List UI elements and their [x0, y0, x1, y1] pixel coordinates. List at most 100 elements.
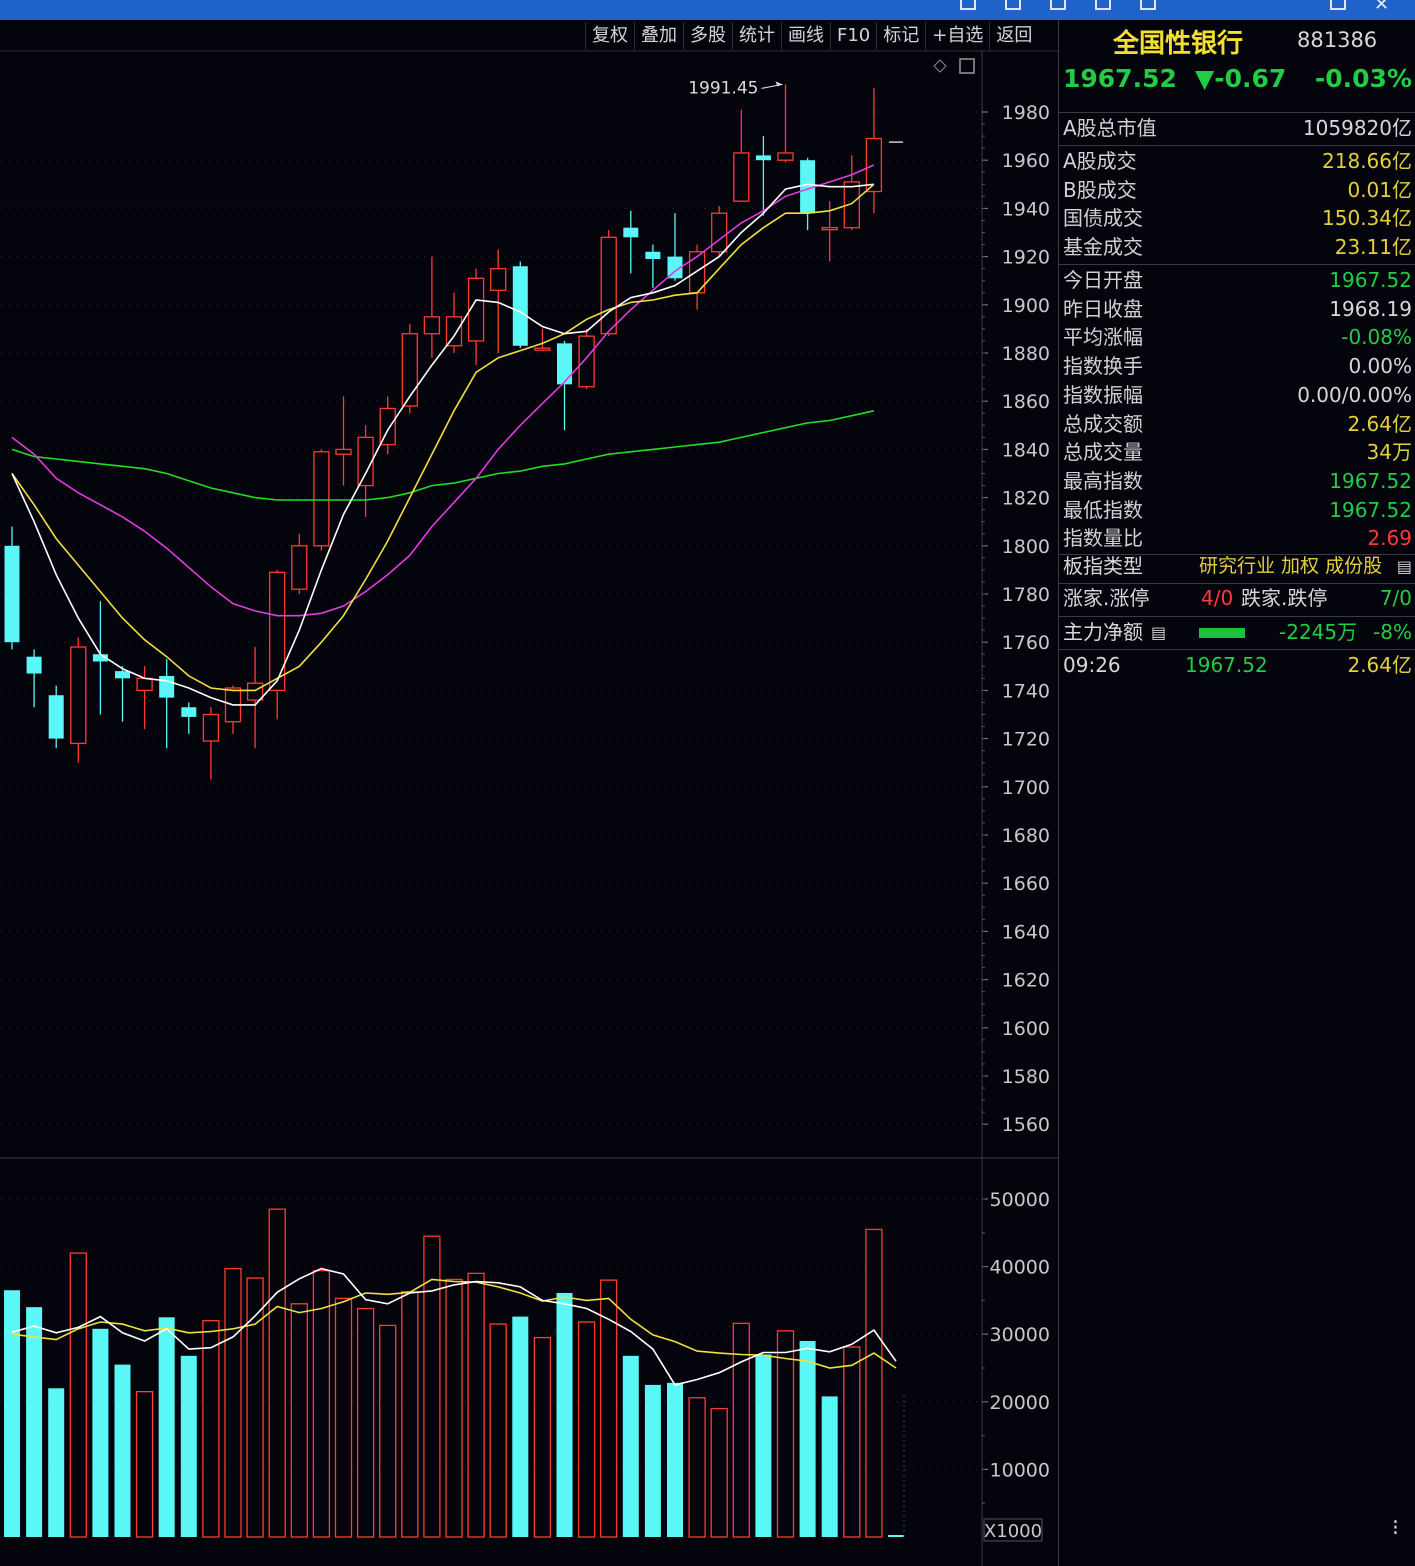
volume-bar-down — [4, 1290, 20, 1537]
candle-body-down — [512, 266, 528, 346]
panel-separator — [1059, 264, 1415, 265]
row-volume-1-label: B股成交 — [1063, 177, 1137, 202]
main-flow-value: -2245万 — [1279, 620, 1358, 644]
volume-bar-up — [688, 1397, 706, 1538]
limit-down-value: 7/0 — [1379, 586, 1412, 610]
row-stat-6-value: 34万 — [1366, 440, 1412, 465]
row-stat-8-label: 最低指数 — [1063, 497, 1143, 522]
volume-bar-down — [158, 1317, 175, 1537]
volume-bar-up — [224, 1267, 242, 1538]
main-flow-label: 主力净额 — [1063, 620, 1143, 644]
candle-body-down — [755, 155, 771, 161]
row-limits: 涨家.涨停 4/0 跌家.跌停 7/0 — [1063, 584, 1412, 613]
row-market-cap-value: 1059820亿 — [1302, 116, 1412, 140]
volume-bar-up — [268, 1208, 286, 1538]
volume-bar-down — [755, 1354, 772, 1537]
chart-area: 1980 1960 1940 1920 1900 1880 1860 1840 1820 1800… — [0, 50, 1058, 1566]
volume-bar-up — [202, 1320, 220, 1538]
candle-body-up — [202, 713, 220, 742]
candle-body-up — [711, 212, 728, 253]
row-stat-1-label: 昨日收盘 — [1063, 296, 1143, 321]
limit-up-label: 涨家.涨停 — [1063, 586, 1150, 610]
row-stat-3: 指数换手 0.00% — [1063, 352, 1412, 381]
row-volume-2-value: 150.34亿 — [1322, 206, 1412, 230]
current-price: 1967.52 — [1063, 64, 1177, 93]
price-tick-label: 1560 — [1002, 1114, 1050, 1136]
row-volume-2: 国债成交 150.34亿 — [1063, 204, 1412, 233]
diamond-icon[interactable] — [933, 59, 947, 73]
candle-body-up — [423, 316, 441, 335]
candle-body-up — [534, 347, 551, 351]
row-stat-6: 总成交量 34万 — [1063, 438, 1412, 467]
candle-body-down — [26, 656, 42, 674]
candle-body-down — [115, 671, 130, 679]
volume-bar-up — [776, 1330, 795, 1538]
titlebar-icon[interactable] — [1095, 0, 1111, 10]
row-stat-1: 昨日收盘 1968.19 — [1063, 295, 1412, 324]
row-stat-9-value: 2.69 — [1367, 526, 1412, 551]
price-tick-label: 1640 — [1002, 921, 1050, 943]
titlebar-icon[interactable] — [1140, 0, 1156, 10]
list-icon[interactable]: ▤ — [1397, 552, 1412, 581]
volume-bar-down — [26, 1307, 43, 1537]
multiplier-label: X1000 — [984, 1521, 1042, 1542]
volume-bars — [4, 1208, 905, 1538]
row-stat-0-value: 1967.52 — [1329, 268, 1412, 292]
candle-body-up — [777, 152, 794, 161]
volume-bar-up — [865, 1228, 883, 1538]
row-volume-0: A股成交 218.66亿 — [1063, 147, 1412, 176]
volume-bar-up — [379, 1324, 397, 1538]
price-tick-label: 1940 — [1002, 198, 1050, 220]
row-stat-2-label: 平均涨幅 — [1063, 325, 1143, 350]
resize-grip-icon[interactable]: ⁝ — [1392, 1516, 1399, 1541]
row-stat-5-label: 总成交额 — [1063, 411, 1143, 436]
volume-bar-down — [556, 1292, 573, 1537]
candle-body-down — [48, 695, 64, 739]
row-volume-1: B股成交 0.01亿 — [1063, 176, 1412, 205]
row-volume-1-value: 0.01亿 — [1347, 177, 1412, 202]
row-stat-4-label: 指数振幅 — [1063, 382, 1143, 407]
volume-bar-down — [92, 1328, 109, 1537]
volume-bar-down — [799, 1340, 816, 1537]
type-label: 板指类型 — [1063, 554, 1143, 578]
titlebar-icon[interactable] — [1330, 0, 1346, 10]
price-tick-label: 1600 — [1002, 1018, 1050, 1040]
price-tick-label: 1660 — [1002, 873, 1050, 895]
row-volume-3-value: 23.11亿 — [1334, 234, 1412, 259]
volume-bar-up — [135, 1391, 154, 1538]
panel-separator — [1059, 112, 1415, 113]
layout-toggle-icon[interactable] — [959, 58, 975, 74]
price-tick-label: 1840 — [1002, 439, 1050, 461]
price-tick-label: 1820 — [1002, 488, 1050, 510]
volume-bar-up — [533, 1336, 552, 1538]
price-tick-label: 1900 — [1002, 295, 1050, 317]
row-volume-2-label: 国债成交 — [1063, 206, 1143, 230]
quote-panel: 全国性银行 881386 1967.52 ▼-0.67 -0.03% A股总市值… — [1058, 20, 1415, 1566]
volume-bar-up — [312, 1270, 331, 1538]
volume-bar-up — [401, 1290, 419, 1538]
peak-label: 1991.45 — [688, 78, 758, 98]
volume-tick-label: 20000 — [990, 1392, 1050, 1414]
tick-amount: 2.64亿 — [1347, 653, 1412, 677]
row-index-type: 板指类型 研究行业 加权 成份股 ▤ — [1063, 552, 1412, 581]
candle-body-down — [159, 675, 175, 698]
candle-body-up — [246, 682, 264, 701]
price-tick-label: 1860 — [1002, 391, 1050, 413]
stock-code: 881386 — [1297, 28, 1378, 52]
close-icon[interactable]: ✕ — [1374, 0, 1389, 15]
volume-bar-up — [290, 1303, 308, 1538]
ma-white-line — [11, 183, 874, 706]
row-stat-9-label: 指数量比 — [1063, 526, 1143, 551]
row-stat-7-label: 最高指数 — [1063, 468, 1143, 493]
price-tick-label: 1720 — [1002, 729, 1050, 751]
main-flow-bar — [1199, 628, 1245, 638]
row-stat-4-value: 0.00/0.00% — [1297, 382, 1412, 407]
row-volume-0-value: 218.66亿 — [1322, 149, 1412, 173]
row-stat-2: 平均涨幅 -0.08% — [1063, 323, 1412, 352]
main-flow-detail-icon[interactable]: ▤ — [1151, 618, 1166, 647]
row-volume-0-label: A股成交 — [1063, 149, 1137, 173]
row-volume-3: 基金成交 23.11亿 — [1063, 233, 1412, 262]
row-stat-8-value: 1967.52 — [1329, 497, 1412, 522]
candle-body-up — [269, 571, 286, 692]
row-volume-3-label: 基金成交 — [1063, 234, 1143, 259]
